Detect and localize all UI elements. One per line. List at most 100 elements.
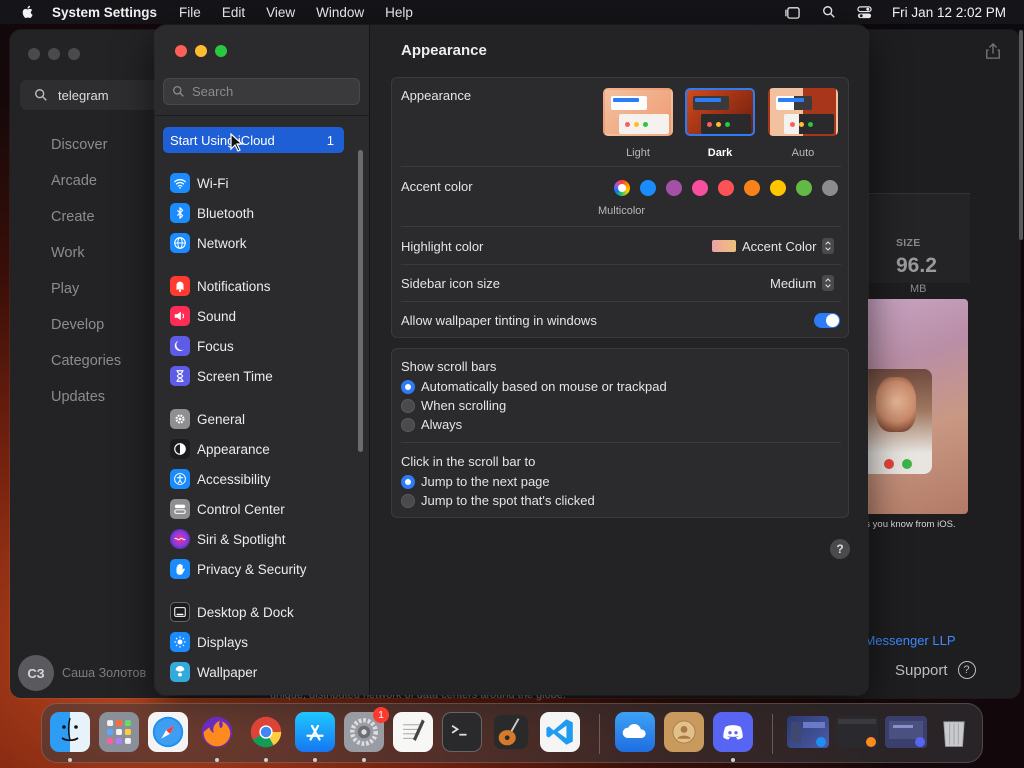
- accent-graphite[interactable]: [822, 180, 838, 196]
- accent-red[interactable]: [718, 180, 734, 196]
- finder-icon[interactable]: [50, 712, 90, 752]
- theme-light-label: Light: [626, 147, 650, 159]
- click-option-next-page[interactable]: Jump to the next page: [401, 474, 550, 489]
- zoom-button[interactable]: [215, 45, 227, 57]
- app-store-nav-play[interactable]: Play: [51, 279, 121, 315]
- accent-yellow[interactable]: [770, 180, 786, 196]
- menu-view[interactable]: View: [266, 5, 295, 20]
- theme-dark[interactable]: Dark: [685, 88, 755, 159]
- radio-button[interactable]: [401, 474, 415, 489]
- app-store-nav-develop[interactable]: Develop: [51, 315, 121, 351]
- globe-icon: [170, 233, 190, 253]
- sidebar-scrollbar[interactable]: [358, 150, 363, 452]
- search-input[interactable]: [192, 84, 352, 99]
- vscode-icon[interactable]: [540, 712, 580, 752]
- sidebar-item-network[interactable]: Network: [163, 228, 353, 258]
- menu-help[interactable]: Help: [385, 5, 413, 20]
- sidebar-item-focus[interactable]: Focus: [163, 331, 353, 361]
- spotlight-icon[interactable]: [820, 4, 838, 20]
- app-store-nav-work[interactable]: Work: [51, 243, 121, 279]
- menu-file[interactable]: File: [179, 5, 201, 20]
- window-thumbnail-settings[interactable]: [787, 716, 829, 748]
- radio-label: Jump to the spot that's clicked: [421, 493, 595, 508]
- radio-button[interactable]: [401, 379, 415, 394]
- trash-icon[interactable]: [934, 712, 974, 752]
- app-store-icon[interactable]: [295, 712, 335, 752]
- stage-manager-icon[interactable]: [784, 4, 802, 20]
- sidebar-item-desktop-dock[interactable]: Desktop & Dock: [163, 597, 353, 627]
- wallpaper-tinting-toggle[interactable]: [814, 313, 840, 328]
- sidebar-item-siri[interactable]: Siri & Spotlight: [163, 524, 353, 554]
- system-settings-icon[interactable]: 1: [344, 707, 389, 752]
- menu-app-name[interactable]: System Settings: [52, 5, 157, 20]
- sidebar-icon-size-popup[interactable]: Medium: [770, 275, 835, 291]
- terminal-icon[interactable]: [442, 712, 482, 752]
- notification-badge: 1: [373, 707, 389, 723]
- accent-multicolor[interactable]: [614, 180, 630, 196]
- sidebar-item-accessibility[interactable]: Accessibility: [163, 464, 353, 494]
- menu-window[interactable]: Window: [316, 5, 364, 20]
- sidebar-item-displays[interactable]: Displays: [163, 627, 353, 657]
- chrome-icon[interactable]: [246, 712, 286, 752]
- app-screenshot[interactable]: [860, 299, 968, 514]
- scrollbar-option-always[interactable]: Always: [401, 417, 462, 432]
- accent-orange[interactable]: [744, 180, 760, 196]
- window-thumbnail-discord[interactable]: [885, 716, 927, 748]
- app-store-nav-categories[interactable]: Categories: [51, 351, 121, 387]
- sidebar-item-control-center[interactable]: Control Center: [163, 494, 353, 524]
- support-link[interactable]: Support ?: [895, 661, 976, 679]
- highlight-color-popup[interactable]: Accent Color: [712, 238, 835, 254]
- scrollbar-option-automatic[interactable]: Automatically based on mouse or trackpad: [401, 379, 667, 394]
- theme-auto[interactable]: Auto: [768, 88, 838, 159]
- help-button[interactable]: ?: [830, 539, 850, 559]
- firefox-icon[interactable]: [197, 712, 237, 752]
- sidebar-item-wifi[interactable]: Wi-Fi: [163, 168, 353, 198]
- menu-clock[interactable]: Fri Jan 12 2:02 PM: [892, 5, 1006, 20]
- sidebar-item-sound[interactable]: Sound: [163, 301, 353, 331]
- app-store-search[interactable]: telegram: [20, 80, 170, 110]
- sidebar-item-general[interactable]: General: [163, 404, 353, 434]
- accent-pink[interactable]: [692, 180, 708, 196]
- sidebar-item-appearance[interactable]: Appearance: [163, 434, 353, 464]
- sidebar-item-notifications[interactable]: Notifications: [163, 271, 353, 301]
- textedit-icon[interactable]: [393, 712, 433, 752]
- app-store-search-value[interactable]: telegram: [58, 88, 109, 103]
- click-option-spot-clicked[interactable]: Jump to the spot that's clicked: [401, 493, 595, 508]
- siri-icon: [170, 529, 190, 549]
- weather-icon[interactable]: [615, 712, 655, 752]
- app-store-scrollbar[interactable]: [1019, 30, 1023, 240]
- garageband-icon[interactable]: [491, 712, 531, 752]
- app-store-nav-discover[interactable]: Discover: [51, 135, 121, 171]
- radio-button[interactable]: [401, 493, 415, 508]
- accent-purple[interactable]: [666, 180, 682, 196]
- app-store-nav: Discover Arcade Create Work Play Develop…: [51, 135, 121, 423]
- contacts-icon[interactable]: [664, 712, 704, 752]
- settings-search[interactable]: [163, 78, 360, 105]
- radio-button[interactable]: [401, 417, 415, 432]
- apple-icon[interactable]: [18, 2, 38, 22]
- control-center-icon[interactable]: [856, 4, 874, 20]
- app-store-nav-updates[interactable]: Updates: [51, 387, 121, 423]
- sidebar-item-privacy[interactable]: Privacy & Security: [163, 554, 353, 584]
- window-thumbnail-firefox[interactable]: [836, 716, 878, 748]
- share-icon[interactable]: [985, 42, 1003, 62]
- app-store-account[interactable]: СЗ Саша Золотов: [18, 655, 146, 691]
- accent-green[interactable]: [796, 180, 812, 196]
- safari-icon[interactable]: [148, 712, 188, 752]
- launchpad-icon[interactable]: [99, 712, 139, 752]
- scrollbar-option-when-scrolling[interactable]: When scrolling: [401, 398, 506, 413]
- app-store-nav-arcade[interactable]: Arcade: [51, 171, 121, 207]
- menu-edit[interactable]: Edit: [222, 5, 245, 20]
- discord-icon[interactable]: [713, 712, 753, 752]
- sidebar-item-screen-time[interactable]: Screen Time: [163, 361, 353, 391]
- radio-button[interactable]: [401, 398, 415, 413]
- close-button[interactable]: [175, 45, 187, 57]
- theme-light[interactable]: Light: [603, 88, 673, 159]
- app-store-traffic-lights[interactable]: [28, 48, 80, 60]
- minimize-button[interactable]: [195, 45, 207, 57]
- accent-blue[interactable]: [640, 180, 656, 196]
- sidebar-item-wallpaper[interactable]: Wallpaper: [163, 657, 353, 687]
- app-store-nav-create[interactable]: Create: [51, 207, 121, 243]
- sidebar-item-bluetooth[interactable]: Bluetooth: [163, 198, 353, 228]
- sidebar-item-icloud[interactable]: Start Using iCloud 1: [163, 127, 344, 153]
